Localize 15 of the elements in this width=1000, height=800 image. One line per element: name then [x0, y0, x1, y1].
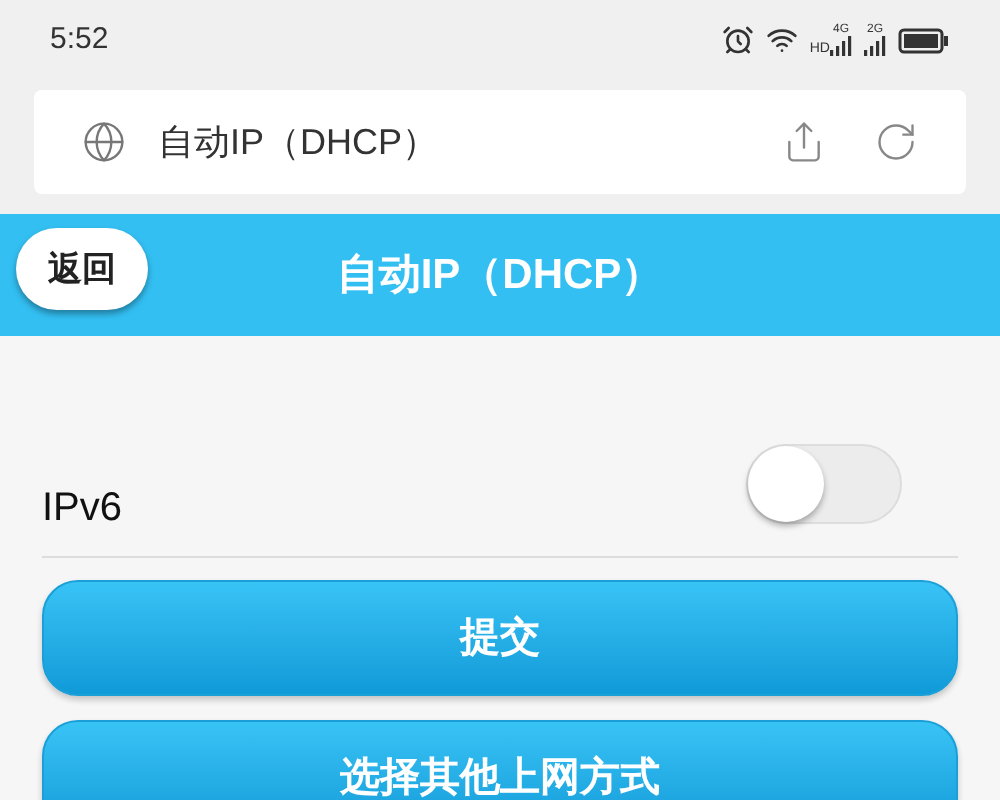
wifi-icon — [765, 24, 798, 56]
page-url: 自动IP（DHCP） — [158, 119, 441, 165]
ipv6-toggle[interactable] — [746, 444, 902, 524]
page-title: 自动IP（DHCP） — [336, 249, 664, 302]
reload-icon[interactable] — [874, 120, 918, 164]
status-time: 5:52 — [50, 19, 109, 60]
globe-icon — [82, 120, 126, 164]
back-button[interactable]: 返回 — [16, 228, 148, 310]
signal-icon — [830, 36, 852, 56]
battery-icon — [898, 27, 950, 53]
signal-icon — [864, 36, 886, 56]
ipv6-label: IPv6 — [42, 484, 123, 534]
share-icon[interactable] — [782, 120, 826, 164]
alarm-icon — [721, 24, 754, 56]
address-bar[interactable]: 自动IP（DHCP） — [34, 90, 966, 194]
